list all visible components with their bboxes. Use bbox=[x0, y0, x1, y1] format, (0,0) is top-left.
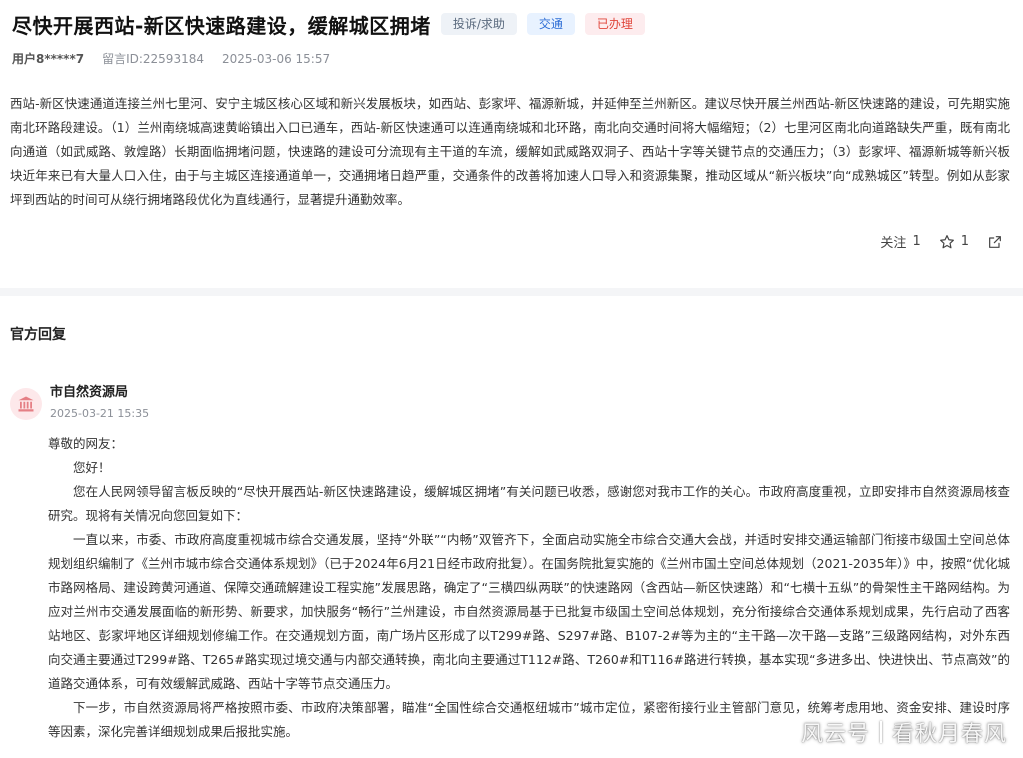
user-name: 用户8*****7 bbox=[12, 52, 85, 66]
post-datetime: 2025-03-06 15:57 bbox=[221, 51, 331, 66]
message-body: 西站-新区快速通道连接兰州七里河、安宁主城区核心区域和新兴发展板块，如西站、彭家… bbox=[10, 96, 1010, 207]
reply-greeting: 您好！ bbox=[73, 460, 111, 475]
watermark: 风云号 看秋月春风 bbox=[801, 716, 1007, 748]
reply-body: 尊敬的网友： 您好！ 您在人民网领导留言板反映的“尽快开展西站-新区快速路建设，… bbox=[48, 432, 1010, 744]
reply-org-name[interactable]: 市自然资源局 bbox=[50, 384, 149, 402]
watermark-platform: 风云号 bbox=[800, 722, 870, 747]
action-bar: 关注 1 1 bbox=[862, 232, 1009, 251]
share-button[interactable] bbox=[987, 234, 1009, 250]
follow-button[interactable]: 关注 1 bbox=[880, 232, 920, 251]
watermark-separator bbox=[879, 721, 882, 743]
category-tag[interactable]: 投诉/求助 bbox=[440, 13, 517, 35]
reply-date: 2025-03-21 15:35 bbox=[50, 407, 150, 420]
government-building-icon bbox=[18, 396, 34, 412]
reply-paragraph: 一直以来，市委、市政府高度重视城市综合交通发展，坚持“外联”“内畅”双管齐下，全… bbox=[48, 532, 1010, 691]
section-divider bbox=[0, 288, 1023, 296]
reply-header: 市自然资源局 2025-03-21 15:35 bbox=[10, 384, 149, 423]
message-id: 留言ID:22593184 bbox=[102, 52, 204, 66]
post-meta: 用户8*****7 留言ID:22593184 2025-03-06 15:57 bbox=[12, 50, 330, 67]
page-title: 尽快开展西站-新区快速路建设，缓解城区拥堵 bbox=[12, 13, 431, 38]
star-count: 1 bbox=[960, 234, 969, 249]
avatar bbox=[10, 388, 42, 420]
reply-salutation: 尊敬的网友： bbox=[48, 436, 124, 451]
reply-paragraph: 您在人民网领导留言板反映的“尽快开展西站-新区快速路建设，缓解城区拥堵”有关问题… bbox=[48, 484, 1010, 523]
follow-count: 1 bbox=[912, 234, 921, 249]
star-button[interactable]: 1 bbox=[939, 234, 969, 250]
topic-tag[interactable]: 交通 bbox=[526, 13, 575, 35]
header: 尽快开展西站-新区快速路建设，缓解城区拥堵 投诉/求助 交通 已办理 bbox=[12, 8, 1011, 40]
share-icon bbox=[989, 235, 1001, 248]
follow-label: 关注 bbox=[880, 236, 907, 251]
watermark-author: 看秋月春风 bbox=[891, 722, 1007, 747]
star-icon bbox=[939, 234, 954, 248]
official-reply-heading: 官方回复 bbox=[10, 327, 66, 343]
status-badge: 已办理 bbox=[584, 13, 645, 35]
